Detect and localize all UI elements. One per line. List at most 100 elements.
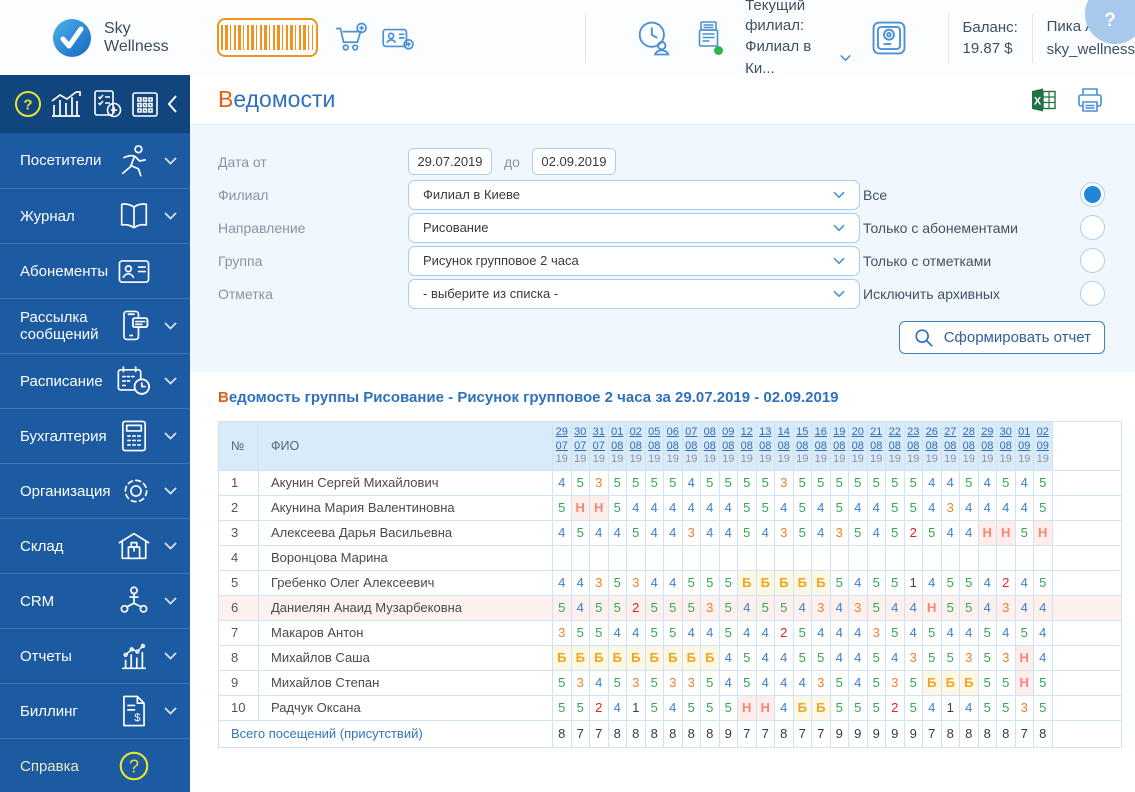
date-month-link[interactable]: 08: [886, 440, 903, 454]
filter-select-3[interactable]: - выберите из списка -: [408, 278, 860, 309]
date-month-link[interactable]: 08: [997, 440, 1014, 454]
date-day-link[interactable]: 01: [1016, 426, 1033, 440]
date-day-link[interactable]: 02: [627, 426, 644, 440]
sidebar-item-reports[interactable]: Отчеты: [0, 628, 190, 683]
date-day-link[interactable]: 16: [812, 426, 829, 440]
visit-time-icon[interactable]: [632, 16, 676, 60]
radio-unselected[interactable]: [1080, 281, 1105, 306]
calendar-icon[interactable]: [130, 89, 160, 119]
date-day-link[interactable]: 13: [757, 426, 774, 440]
schedule-icon: [108, 362, 160, 400]
filter-select-1[interactable]: Рисование: [408, 212, 860, 243]
date-month-link[interactable]: 08: [812, 440, 829, 454]
date-month-link[interactable]: 08: [775, 440, 792, 454]
attendance-cell: 4: [607, 519, 627, 546]
date-month-link[interactable]: 07: [590, 440, 607, 454]
date-month-link[interactable]: 08: [757, 440, 774, 454]
barcode-button[interactable]: [216, 18, 319, 57]
sidebar-item-accounting[interactable]: Бухгалтерия: [0, 408, 190, 463]
filler-cell: [1051, 719, 1122, 748]
date-day-link[interactable]: 15: [794, 426, 811, 440]
radio-selected[interactable]: [1080, 182, 1105, 207]
date-day-link[interactable]: 21: [868, 426, 885, 440]
date-month-link[interactable]: 08: [794, 440, 811, 454]
attendance-cell: [848, 544, 868, 571]
date-month-link[interactable]: 08: [664, 440, 681, 454]
date-day-link[interactable]: 05: [646, 426, 663, 440]
date-month-link[interactable]: 08: [960, 440, 977, 454]
attendance-cell: 5: [792, 619, 812, 646]
filter-select-2[interactable]: Рисунок групповое 2 часа: [408, 245, 860, 276]
radio-unselected[interactable]: [1080, 248, 1105, 273]
sidebar-item-warehouse[interactable]: Склад: [0, 518, 190, 573]
date-day-link[interactable]: 02: [1034, 426, 1051, 440]
date-day-link[interactable]: 22: [886, 426, 903, 440]
client-add-icon[interactable]: [379, 20, 417, 56]
receipt-icon[interactable]: [693, 18, 725, 58]
date-month-link[interactable]: 08: [849, 440, 866, 454]
date-month-link[interactable]: 08: [942, 440, 959, 454]
date-day-link[interactable]: 23: [905, 426, 922, 440]
date-day-link[interactable]: 29: [553, 426, 570, 440]
sidebar-item-messages[interactable]: Рассылка сообщений: [0, 298, 190, 353]
date-day-link[interactable]: 20: [849, 426, 866, 440]
date-day-link[interactable]: 14: [775, 426, 792, 440]
date-day-link[interactable]: 29: [979, 426, 996, 440]
sidebar-item-crm[interactable]: CRM: [0, 573, 190, 628]
attendance-cell: 3: [589, 469, 609, 496]
date-day-link[interactable]: 19: [831, 426, 848, 440]
date-month-link[interactable]: 08: [868, 440, 885, 454]
help-circle-icon[interactable]: ?: [14, 90, 42, 118]
filter-select-0[interactable]: Филиал в Киеве: [408, 179, 860, 210]
sidebar-item-organization[interactable]: Организация: [0, 463, 190, 518]
tasks-add-icon[interactable]: [90, 88, 124, 120]
date-month-link[interactable]: 07: [553, 440, 570, 454]
date-from-input[interactable]: 29.07.2019: [408, 148, 492, 175]
stats-icon[interactable]: [48, 89, 84, 119]
cart-add-icon[interactable]: [333, 20, 369, 56]
date-day-link[interactable]: 09: [720, 426, 737, 440]
radio-unselected[interactable]: [1080, 215, 1105, 240]
date-month-link[interactable]: 07: [572, 440, 589, 454]
date-day-link[interactable]: 26: [923, 426, 940, 440]
date-day-link[interactable]: 07: [683, 426, 700, 440]
current-branch-selector[interactable]: Текущий филиал: Филиал в Ки...: [745, 0, 851, 80]
date-day-link[interactable]: 30: [572, 426, 589, 440]
date-month-link[interactable]: 09: [1016, 440, 1033, 454]
date-month-link[interactable]: 08: [701, 440, 718, 454]
date-day-link[interactable]: 28: [960, 426, 977, 440]
sidebar-item-schedule[interactable]: Расписание: [0, 353, 190, 408]
date-month-link[interactable]: 08: [738, 440, 755, 454]
date-day-link[interactable]: 01: [609, 426, 626, 440]
collapse-sidebar-icon[interactable]: [166, 94, 178, 114]
date-month-link[interactable]: 08: [923, 440, 940, 454]
attendance-cell: 5: [589, 594, 609, 621]
date-month-link[interactable]: 08: [627, 440, 644, 454]
date-month-link[interactable]: 08: [979, 440, 996, 454]
date-month-link[interactable]: 08: [683, 440, 700, 454]
date-to-input[interactable]: 02.09.2019: [531, 148, 616, 175]
generate-report-button[interactable]: Сформировать отчет: [898, 321, 1105, 354]
date-month-link[interactable]: 08: [609, 440, 626, 454]
date-month-link[interactable]: 08: [905, 440, 922, 454]
sidebar-item-billing[interactable]: Биллинг $: [0, 683, 190, 738]
date-day-link[interactable]: 30: [997, 426, 1014, 440]
sidebar-item-journal[interactable]: Журнал: [0, 188, 190, 243]
sidebar-item-help[interactable]: Справка?: [0, 738, 190, 792]
date-day-link[interactable]: 08: [701, 426, 718, 440]
safe-icon[interactable]: [868, 17, 910, 59]
date-month-link[interactable]: 08: [646, 440, 663, 454]
date-month-link[interactable]: 08: [831, 440, 848, 454]
date-day-link[interactable]: 06: [664, 426, 681, 440]
attendance-cell: [774, 544, 794, 571]
date-day-link[interactable]: 12: [738, 426, 755, 440]
date-year: 19: [944, 453, 957, 465]
sidebar-item-memberships[interactable]: Абонементы: [0, 243, 190, 298]
print-icon[interactable]: [1075, 86, 1105, 114]
date-month-link[interactable]: 09: [1034, 440, 1051, 454]
export-excel-icon[interactable]: X: [1029, 86, 1059, 114]
date-day-link[interactable]: 27: [942, 426, 959, 440]
sidebar-item-visitors[interactable]: Посетители: [0, 133, 190, 188]
date-month-link[interactable]: 08: [720, 440, 737, 454]
date-day-link[interactable]: 31: [590, 426, 607, 440]
